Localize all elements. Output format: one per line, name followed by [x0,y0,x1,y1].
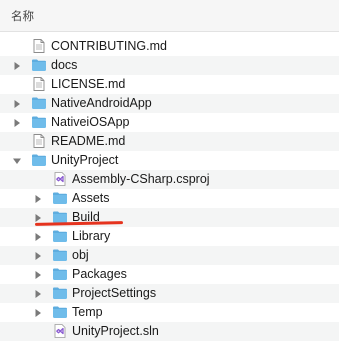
list-item-label: UnityProject [51,153,119,167]
list-item-label: docs [51,58,78,72]
list-item[interactable]: LICENSE.md [0,75,339,94]
list-item-label: Library [72,229,111,243]
chevron-right-icon[interactable] [33,212,43,222]
file-icon [31,76,47,92]
list-item-label: ProjectSettings [72,286,157,300]
chevron-right-icon[interactable] [33,193,43,203]
list-item[interactable]: Assets [0,189,339,208]
folder-icon [52,228,68,244]
visual-studio-icon [52,171,68,187]
chevron-right-icon[interactable] [12,60,22,70]
list-item-label: Packages [72,267,127,281]
list-item-label: LICENSE.md [51,77,126,91]
chevron-down-icon[interactable] [12,155,22,165]
list-item[interactable]: UnityProject.sln [0,322,339,341]
folder-icon [31,152,47,168]
list-item[interactable]: CONTRIBUTING.md [0,37,339,56]
list-item-label: UnityProject.sln [72,324,159,338]
list-item[interactable]: docs [0,56,339,75]
file-icon [31,133,47,149]
chevron-right-icon[interactable] [12,117,22,127]
column-header[interactable]: 名称 [0,0,339,32]
list-item[interactable]: Temp [0,303,339,322]
name-column-label: 名称 [11,9,34,23]
list-item[interactable]: ProjectSettings [0,284,339,303]
list-item[interactable]: NativeAndroidApp [0,94,339,113]
list-item-label: Temp [72,305,103,319]
chevron-right-icon[interactable] [12,98,22,108]
file-icon [31,38,47,54]
chevron-right-icon[interactable] [33,250,43,260]
list-item[interactable]: Packages [0,265,339,284]
list-item[interactable]: UnityProject [0,151,339,170]
chevron-right-icon[interactable] [33,307,43,317]
list-item-label: obj [72,248,89,262]
list-item-label: NativeAndroidApp [51,96,152,110]
list-item[interactable]: NativeiOSApp [0,113,339,132]
folder-icon [52,247,68,263]
folder-icon [31,95,47,111]
list-item[interactable]: obj [0,246,339,265]
chevron-right-icon[interactable] [33,231,43,241]
folder-icon [31,114,47,130]
chevron-right-icon[interactable] [33,288,43,298]
list-item[interactable]: README.md [0,132,339,151]
folder-icon [31,57,47,73]
list-item-label: CONTRIBUTING.md [51,39,167,53]
folder-icon [52,304,68,320]
folder-icon [52,285,68,301]
list-item-label: NativeiOSApp [51,115,130,129]
folder-icon [52,190,68,206]
list-item[interactable]: Library [0,227,339,246]
list-item-label: Assets [72,191,110,205]
list-item[interactable]: Assembly-CSharp.csproj [0,170,339,189]
list-item-label: Assembly-CSharp.csproj [72,172,210,186]
list-item-label: README.md [51,134,126,148]
visual-studio-icon [52,323,68,339]
folder-icon [52,266,68,282]
chevron-right-icon[interactable] [33,269,43,279]
